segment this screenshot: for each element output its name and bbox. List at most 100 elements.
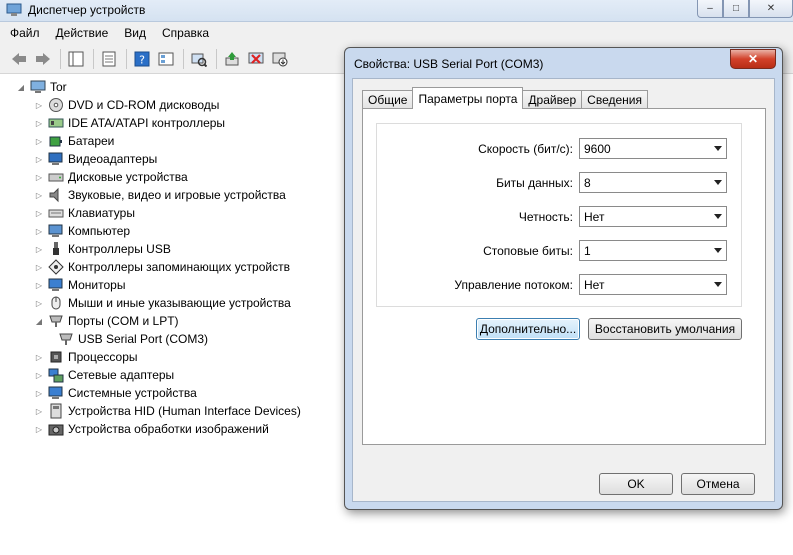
stop-bits-select[interactable]: 1	[579, 240, 727, 261]
uninstall-device-button[interactable]	[269, 48, 291, 70]
tree-item-label: IDE ATA/ATAPI контроллеры	[68, 116, 226, 130]
expand-arrow-icon[interactable]: ▷	[34, 101, 44, 110]
menu-help[interactable]: Справка	[162, 26, 209, 40]
flow-control-value: Нет	[584, 278, 605, 292]
scan-hardware-button[interactable]	[188, 48, 210, 70]
dropdown-arrow-icon	[714, 248, 722, 253]
tree-item[interactable]: ▷ Компьютер	[34, 222, 130, 240]
tree-item-usb-serial-port[interactable]: USB Serial Port (COM3)	[58, 330, 208, 348]
disable-device-button[interactable]	[245, 48, 267, 70]
collapse-arrow-icon[interactable]: ◢	[16, 83, 26, 92]
view-button[interactable]	[155, 48, 177, 70]
expand-arrow-icon[interactable]: ▷	[34, 389, 44, 398]
dvd-drive-icon	[49, 98, 63, 112]
tree-item-label: Контроллеры USB	[68, 242, 171, 256]
tab-port-settings[interactable]: Параметры порта	[412, 87, 524, 109]
expand-arrow-icon[interactable]: ▷	[34, 371, 44, 380]
tree-item[interactable]: ▷ Дисковые устройства	[34, 168, 188, 186]
expand-arrow-icon[interactable]: ▷	[34, 407, 44, 416]
baud-rate-label: Скорость (бит/с):	[478, 142, 573, 156]
port-settings-panel: Скорость (бит/с): 9600 Биты данных: 8 Че…	[362, 108, 766, 445]
expand-arrow-icon[interactable]: ▷	[34, 137, 44, 146]
back-button[interactable]	[8, 48, 30, 70]
properties-button[interactable]	[98, 48, 120, 70]
tree-item[interactable]: ▷ Контроллеры запоминающих устройств	[34, 258, 290, 276]
tree-item[interactable]: ▷ Процессоры	[34, 348, 138, 366]
expand-arrow-icon[interactable]: ▷	[34, 209, 44, 218]
close-button[interactable]: ✕	[749, 0, 793, 18]
tree-item[interactable]: ▷ Видеоадаптеры	[34, 150, 157, 168]
maximize-button[interactable]: □	[723, 0, 749, 18]
stop-bits-label: Стоповые биты:	[483, 244, 573, 258]
display-adapter-icon	[48, 152, 63, 165]
tree-item-label: Видеоадаптеры	[68, 152, 158, 166]
data-bits-select[interactable]: 8	[579, 172, 727, 193]
tab-general[interactable]: Общие	[362, 90, 414, 109]
expand-arrow-icon[interactable]: ▷	[34, 173, 44, 182]
tree-item[interactable]: ▷ Мыши и иные указывающие устройства	[34, 294, 291, 312]
tree-root[interactable]: ◢ Tor	[16, 78, 67, 96]
tree-item-label: DVD и CD-ROM дисководы	[68, 98, 220, 112]
tree-item-label: Процессоры	[68, 350, 138, 364]
tree-item-label: Устройства HID (Human Interface Devices)	[68, 404, 301, 418]
restore-defaults-button[interactable]: Восстановить умолчания	[588, 318, 742, 340]
tree-item-label: Мыши и иные указывающие устройства	[68, 296, 291, 310]
tab-details[interactable]: Сведения	[581, 90, 648, 109]
show-hide-tree-button[interactable]	[65, 48, 87, 70]
battery-icon	[49, 136, 62, 147]
menu-action[interactable]: Действие	[56, 26, 109, 40]
cancel-button[interactable]: Отмена	[681, 473, 755, 495]
tree-root-label: Tor	[50, 80, 67, 94]
expand-arrow-icon[interactable]: ▷	[34, 119, 44, 128]
tree-item-label: Дисковые устройства	[68, 170, 188, 184]
ok-button[interactable]: OK	[599, 473, 673, 495]
tree-item[interactable]: ▷ DVD и CD-ROM дисководы	[34, 96, 219, 114]
flow-control-select[interactable]: Нет	[579, 274, 727, 295]
expand-arrow-icon[interactable]: ▷	[34, 281, 44, 290]
tree-item[interactable]: ▷ Устройства HID (Human Interface Device…	[34, 402, 301, 420]
menu-file[interactable]: Файл	[10, 26, 40, 40]
dropdown-arrow-icon	[714, 282, 722, 287]
baud-rate-select[interactable]: 9600	[579, 138, 727, 159]
tree-item-label: Мониторы	[68, 278, 126, 292]
tree-item[interactable]: ▷ Контроллеры USB	[34, 240, 171, 258]
parity-select[interactable]: Нет	[579, 206, 727, 227]
baud-rate-row: Скорость (бит/с): 9600	[377, 138, 743, 160]
minimize-button[interactable]: –	[697, 0, 723, 18]
expand-arrow-icon[interactable]: ▷	[34, 425, 44, 434]
dialog-close-button[interactable]: ✕	[730, 49, 776, 69]
device-manager-icon	[6, 3, 22, 16]
tree-item[interactable]: ▷ IDE ATA/ATAPI контроллеры	[34, 114, 225, 132]
tab-driver[interactable]: Драйвер	[522, 90, 583, 109]
tree-item[interactable]: ▷ Клавиатуры	[34, 204, 135, 222]
expand-arrow-icon[interactable]: ▷	[34, 245, 44, 254]
tree-item[interactable]: ▷ Сетевые адаптеры	[34, 366, 174, 384]
window-titlebar: Диспетчер устройств – □ ✕	[0, 0, 793, 22]
tree-item-label: Контроллеры запоминающих устройств	[68, 260, 290, 274]
forward-button[interactable]	[32, 48, 54, 70]
processor-icon	[50, 351, 62, 363]
advanced-button[interactable]: Дополнительно...	[476, 318, 580, 340]
tree-item[interactable]: ▷ Мониторы	[34, 276, 126, 294]
tree-item-label: Клавиатуры	[68, 206, 135, 220]
expand-arrow-icon[interactable]: ▷	[34, 227, 44, 236]
expand-arrow-icon[interactable]: ▷	[34, 155, 44, 164]
dropdown-arrow-icon	[714, 146, 722, 151]
hid-icon	[50, 403, 62, 419]
tree-item-label: Системные устройства	[68, 386, 197, 400]
port-icon	[49, 315, 63, 327]
tree-item[interactable]: ▷ Звуковые, видео и игровые устройства	[34, 186, 286, 204]
tree-item[interactable]: ◢ Порты (COM и LPT)	[34, 312, 179, 330]
expand-arrow-icon[interactable]: ▷	[34, 263, 44, 272]
update-driver-button[interactable]	[221, 48, 243, 70]
help-button[interactable]: ?	[131, 48, 153, 70]
expand-arrow-icon[interactable]: ▷	[34, 299, 44, 308]
tree-item[interactable]: ▷ Системные устройства	[34, 384, 197, 402]
collapse-arrow-icon[interactable]: ◢	[34, 317, 44, 326]
tree-item[interactable]: ▷ Устройства обработки изображений	[34, 420, 269, 438]
expand-arrow-icon[interactable]: ▷	[34, 191, 44, 200]
expand-arrow-icon[interactable]: ▷	[34, 353, 44, 362]
menu-view[interactable]: Вид	[124, 26, 146, 40]
dropdown-arrow-icon	[714, 180, 722, 185]
tree-item[interactable]: ▷ Батареи	[34, 132, 114, 150]
